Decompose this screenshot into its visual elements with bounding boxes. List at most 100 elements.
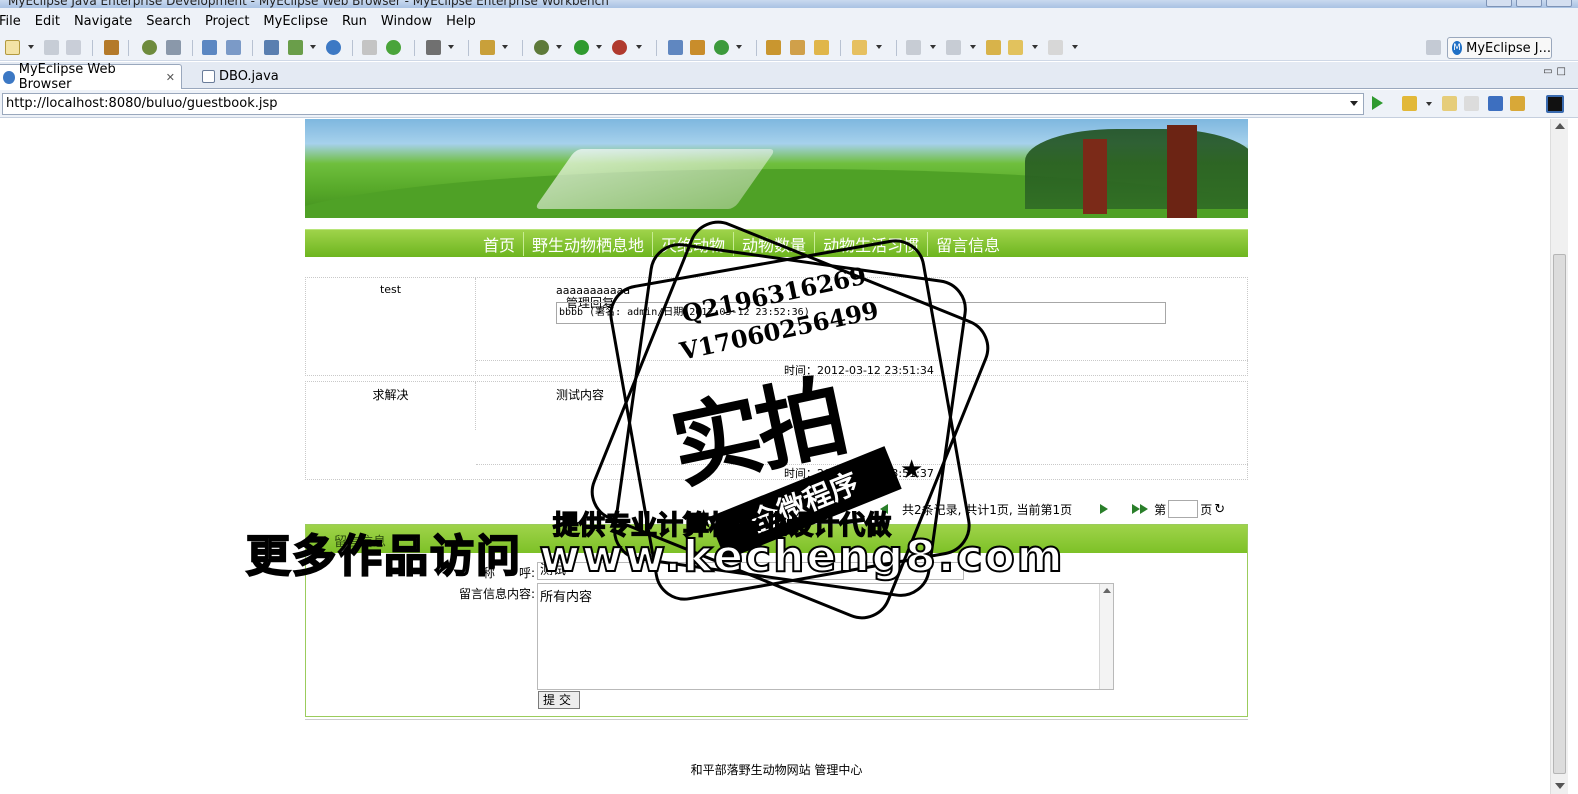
open-project-icon[interactable]	[668, 40, 683, 55]
perspective-switcher[interactable]: M MyEclipse J...	[1447, 37, 1552, 59]
console-icon[interactable]	[1546, 95, 1564, 113]
tab-dbo-java[interactable]: DBO.java	[196, 64, 285, 89]
browser-back-icon[interactable]	[1442, 96, 1457, 111]
open-type-icon[interactable]	[288, 40, 303, 55]
pin-icon[interactable]	[790, 40, 805, 55]
myeclipse-icon: M	[1452, 41, 1463, 55]
folder-open-icon[interactable]	[814, 40, 829, 55]
camera-icon[interactable]	[426, 40, 441, 55]
new-icon[interactable]	[5, 40, 20, 55]
folder-icon[interactable]	[852, 40, 867, 55]
view-controls: ▭□	[1543, 66, 1570, 77]
last-edit-icon[interactable]	[986, 40, 1001, 55]
banner-trees	[1025, 129, 1248, 209]
run-dropdown-arrow[interactable]	[596, 45, 602, 49]
browser-scrollbar[interactable]	[1550, 119, 1568, 794]
close-window-button[interactable]	[1546, 0, 1572, 7]
connect-icon[interactable]	[264, 40, 279, 55]
package-icon[interactable]	[104, 40, 119, 55]
banner-path	[533, 149, 777, 209]
scroll-up-icon[interactable]	[1103, 588, 1111, 593]
build-icon[interactable]	[362, 40, 377, 55]
bug-icon[interactable]	[534, 40, 549, 55]
class-icon[interactable]	[690, 40, 705, 55]
tab-label: DBO.java	[219, 69, 279, 84]
save-icon[interactable]	[44, 40, 59, 55]
close-icon[interactable]: ✕	[166, 71, 175, 84]
submit-button[interactable]: 提交	[538, 691, 580, 709]
new-dropdown-arrow[interactable]	[28, 45, 34, 49]
menu-search[interactable]: Search	[139, 14, 198, 29]
wizard-icon[interactable]	[480, 40, 495, 55]
db-icon[interactable]	[766, 40, 781, 55]
menu-run[interactable]: Run	[335, 14, 374, 29]
page-number-input[interactable]	[1168, 500, 1199, 518]
minimize-button[interactable]	[1486, 0, 1512, 7]
minimize-view-icon[interactable]: ▭	[1543, 66, 1556, 77]
deploy-icon[interactable]	[202, 40, 217, 55]
scroll-up-icon[interactable]	[1555, 123, 1565, 129]
menu-file[interactable]: File	[0, 14, 28, 29]
menu-window[interactable]: Window	[374, 14, 439, 29]
menu-myeclipse[interactable]: MyEclipse	[256, 14, 335, 29]
menu-navigate[interactable]: Navigate	[67, 14, 139, 29]
external-tools-icon[interactable]	[612, 40, 627, 55]
last-page-icon[interactable]	[1132, 504, 1141, 514]
refresh-icon[interactable]	[714, 40, 729, 55]
tab-web-browser[interactable]: MyEclipse Web Browser ✕	[0, 62, 182, 92]
textarea-scrollbar[interactable]	[1099, 584, 1113, 689]
forward-icon[interactable]	[1048, 40, 1063, 55]
scroll-thumb[interactable]	[1553, 254, 1566, 774]
site-banner	[305, 119, 1248, 218]
windmill-icon	[1167, 125, 1197, 218]
menu-edit[interactable]: Edit	[28, 14, 67, 29]
window-controls	[1486, 0, 1572, 7]
scroll-down-icon[interactable]	[1555, 783, 1565, 789]
maximize-view-icon[interactable]: □	[1557, 66, 1570, 77]
author-name: 求解决	[372, 388, 409, 402]
browser-refresh-icon[interactable]	[1510, 96, 1525, 111]
next-annotation-arrow[interactable]	[930, 45, 936, 49]
browser-forward-icon[interactable]	[1464, 96, 1479, 111]
page-prefix: 第	[1154, 502, 1167, 517]
folder-dropdown-arrow[interactable]	[876, 45, 882, 49]
go-icon[interactable]	[1372, 96, 1383, 110]
stop-icon[interactable]	[1488, 96, 1503, 111]
camera-dropdown-arrow[interactable]	[448, 45, 454, 49]
go-page-icon[interactable]: ↻	[1214, 502, 1225, 517]
next-annotation-icon[interactable]	[906, 40, 921, 55]
prev-annotation-icon[interactable]	[946, 40, 961, 55]
watermark-line1: 更多作品访问 www.kecheng8.com	[245, 530, 1065, 583]
prev-annotation-arrow[interactable]	[970, 45, 976, 49]
menu-project[interactable]: Project	[198, 14, 256, 29]
external-dropdown-arrow[interactable]	[636, 45, 642, 49]
forward-dropdown-arrow[interactable]	[1072, 45, 1078, 49]
deploy2-icon[interactable]	[226, 40, 241, 55]
add-icon[interactable]	[386, 40, 401, 55]
globe-icon[interactable]	[326, 40, 341, 55]
server-icon[interactable]	[166, 40, 181, 55]
last-page-icon-2[interactable]	[1140, 504, 1149, 514]
url-input[interactable]: http://localhost:8080/buluo/guestbook.js…	[2, 93, 1364, 115]
maximize-button[interactable]	[1516, 0, 1542, 7]
back-icon[interactable]	[1008, 40, 1023, 55]
next-page-icon[interactable]	[1100, 504, 1109, 514]
message-author: test	[306, 278, 476, 376]
favorites-icon[interactable]	[1402, 96, 1417, 111]
menu-help[interactable]: Help	[439, 14, 483, 29]
open-perspective-icon[interactable]	[1426, 40, 1441, 55]
open-dropdown-arrow[interactable]	[310, 45, 316, 49]
print-icon[interactable]	[66, 40, 81, 55]
windmill-icon	[1083, 139, 1107, 214]
toolbar-separator	[128, 40, 129, 56]
toolbar-separator	[522, 40, 523, 56]
refresh-dropdown-arrow[interactable]	[736, 45, 742, 49]
url-dropdown-arrow[interactable]	[1350, 101, 1358, 106]
debug-dropdown-arrow[interactable]	[556, 45, 562, 49]
nav-home[interactable]: 首页	[475, 232, 525, 256]
run-icon[interactable]	[574, 40, 589, 55]
favorites-dropdown-arrow[interactable]	[1426, 102, 1432, 106]
back-dropdown-arrow[interactable]	[1032, 45, 1038, 49]
wizard-dropdown-arrow[interactable]	[502, 45, 508, 49]
debug-icon[interactable]	[142, 40, 157, 55]
